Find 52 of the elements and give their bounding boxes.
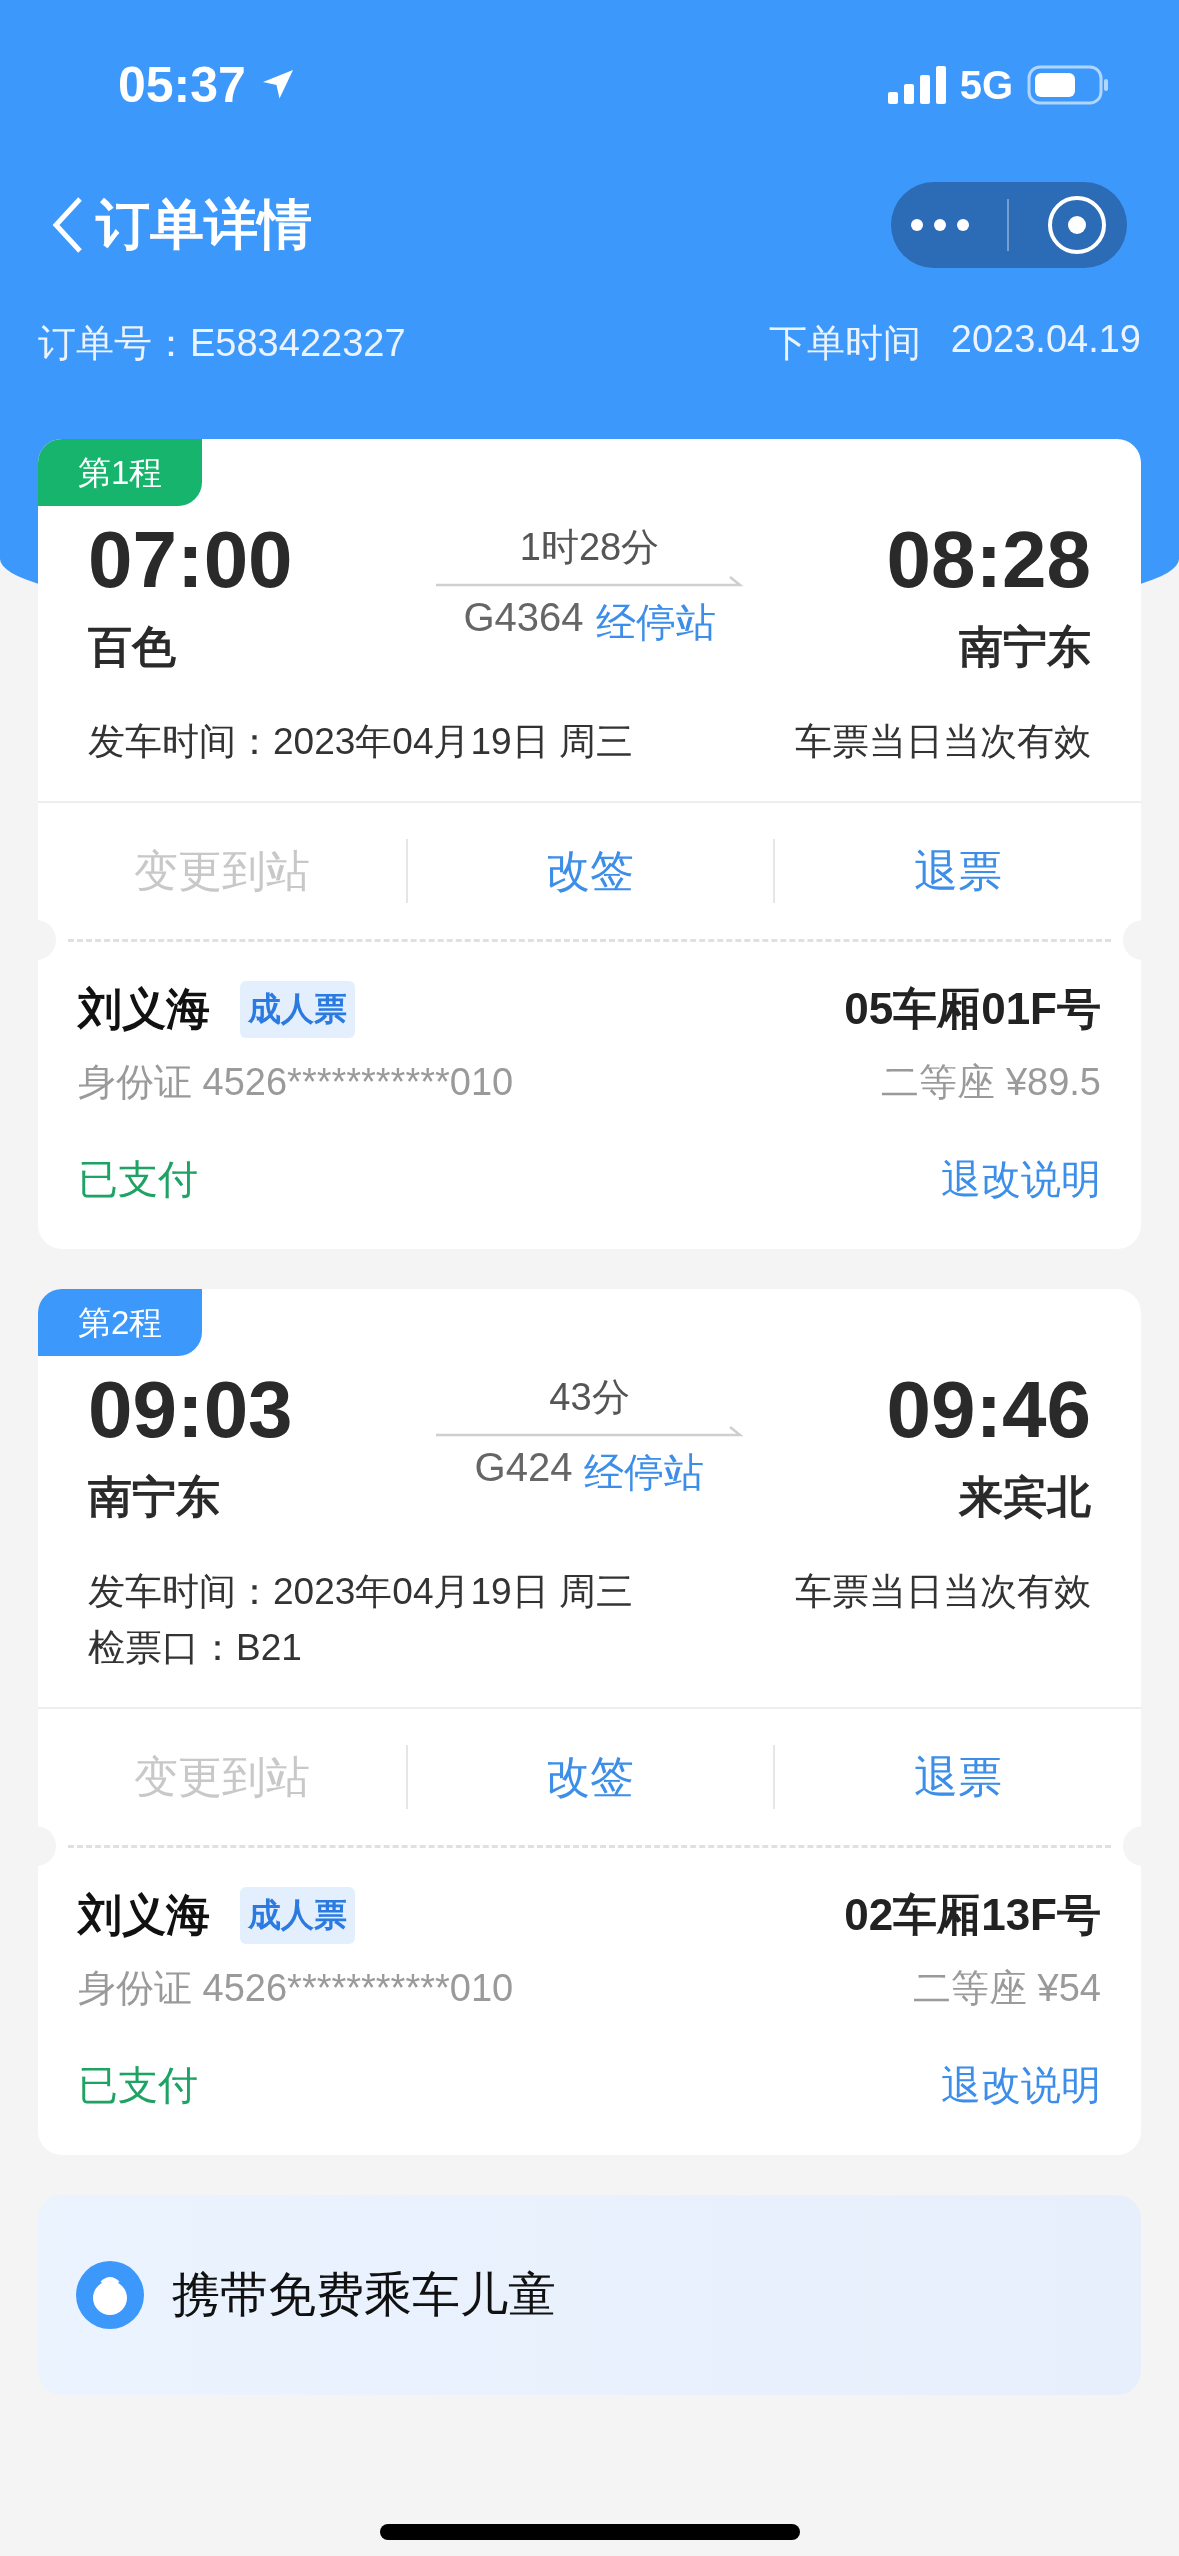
departure-time: 09:03 xyxy=(88,1366,293,1454)
stops-link[interactable]: 经停站 xyxy=(584,1445,705,1500)
id-number: 身份证 4526***********010 xyxy=(78,1060,514,1105)
seat-number: 05车厢01F号 xyxy=(844,983,1101,1035)
arrival-time: 09:46 xyxy=(886,1366,1091,1454)
departure-time: 07:00 xyxy=(88,516,293,604)
battery-icon xyxy=(1027,65,1109,105)
ticket-type-badge: 成人票 xyxy=(240,1887,355,1944)
seat-number: 02车厢13F号 xyxy=(844,1889,1101,1941)
passenger-name: 刘义海 xyxy=(78,1889,210,1941)
departure-station: 百色 xyxy=(88,621,176,673)
seat-fare: 二等座 ¥89.5 xyxy=(881,1060,1101,1105)
train-number: G424 xyxy=(474,1445,573,1491)
action-button[interactable]: 退票 xyxy=(904,831,1013,911)
validity-note: 车票当日当次有效 xyxy=(795,720,1091,764)
validity-note: 车票当日当次有效 xyxy=(795,1570,1091,1614)
departure-station: 南宁东 xyxy=(88,1471,220,1523)
trip-duration: 1时28分 xyxy=(519,525,660,570)
action-button[interactable]: 改签 xyxy=(536,831,645,911)
train-number: G4364 xyxy=(463,595,584,641)
arrival-station: 来宾北 xyxy=(959,1471,1091,1523)
action-button[interactable]: 退票 xyxy=(904,1737,1013,1817)
action-button[interactable]: 改签 xyxy=(536,1737,645,1817)
payment-status: 已支付 xyxy=(78,1156,198,1203)
departure-date: 发车时间：2023年04月19日 周三 xyxy=(88,720,633,764)
arrival-time: 08:28 xyxy=(886,516,1091,604)
payment-status: 已支付 xyxy=(78,2062,198,2109)
trip-tag: 第1程 xyxy=(38,439,203,506)
refund-rules-link[interactable]: 退改说明 xyxy=(941,1152,1101,1207)
child-passenger-label: 携带免费乘车儿童 xyxy=(172,2267,556,2323)
seat-fare: 二等座 ¥54 xyxy=(913,1966,1101,2011)
page-title: 订单详情 xyxy=(96,192,312,256)
refund-rules-link[interactable]: 退改说明 xyxy=(941,2058,1101,2113)
trip-tag: 第2程 xyxy=(38,1289,203,1356)
more-icon[interactable] xyxy=(909,218,970,232)
passenger-name: 刘义海 xyxy=(78,983,210,1035)
close-icon[interactable] xyxy=(1046,194,1109,256)
stops-link[interactable]: 经停站 xyxy=(595,595,716,650)
departure-date: 发车时间：2023年04月19日 周三 xyxy=(88,1570,633,1614)
network-type: 5G xyxy=(959,62,1013,108)
trip-duration: 43分 xyxy=(549,1375,630,1420)
child-icon xyxy=(76,2261,144,2329)
status-time: 05:37 xyxy=(118,56,246,114)
ticket-type-badge: 成人票 xyxy=(240,981,355,1038)
id-number: 身份证 4526***********010 xyxy=(78,1966,514,2011)
ticket-gate: 检票口：B21 xyxy=(88,1626,303,1670)
order-time: 2023.04.19 xyxy=(950,318,1141,362)
order-time-label: 下单时间 xyxy=(768,321,921,366)
child-passenger-card[interactable]: 携带免费乘车儿童 xyxy=(38,2195,1141,2395)
order-number-label: 订单号：E583422327 xyxy=(38,321,406,366)
arrival-station: 南宁东 xyxy=(959,621,1091,673)
signal-icon xyxy=(887,66,946,104)
